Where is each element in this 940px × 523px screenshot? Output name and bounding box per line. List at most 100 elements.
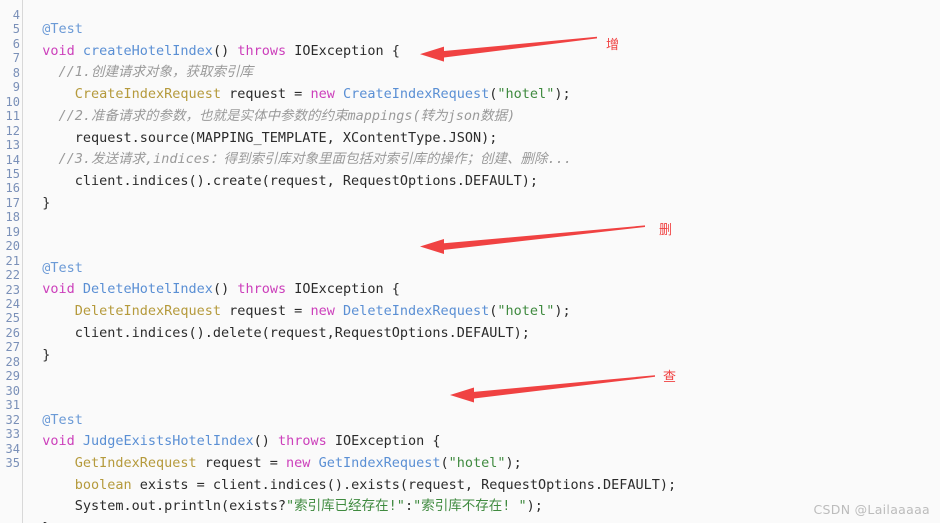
line-number: 14 <box>5 152 20 167</box>
line-number: 7 <box>12 51 20 66</box>
code-token: void <box>42 281 75 298</box>
line-number: 16 <box>5 181 20 196</box>
code-token: GetIndexRequest <box>318 455 441 471</box>
code-line[interactable]: DeleteIndexRequest request = new DeleteI… <box>75 304 571 319</box>
line-number: 15 <box>5 166 20 181</box>
code-token: ); <box>554 86 571 103</box>
code-token: throws <box>237 281 287 298</box>
line-number: 29 <box>5 369 20 384</box>
code-line[interactable]: CreateIndexRequest request = new CreateI… <box>75 87 571 102</box>
code-line[interactable]: void JudgeExistsHotelIndex() throws IOEx… <box>42 434 440 449</box>
code-token: @Test <box>42 259 83 276</box>
line-number: 25 <box>5 311 20 326</box>
code-line[interactable]: client.indices().create(request, Request… <box>74 172 538 189</box>
code-line[interactable]: } <box>42 346 51 363</box>
code-token: request.source(MAPPING_TEMPLATE, XConten… <box>74 129 498 146</box>
line-number: 9 <box>12 80 20 95</box>
code-token: JudgeExistsHotelIndex <box>82 433 254 450</box>
code-token: request = <box>196 455 287 471</box>
code-line[interactable]: //2.准备请求的参数，也就是实体中参数的约束mappings(转为json数据… <box>58 107 516 124</box>
code-token: : <box>404 498 414 515</box>
line-number: 30 <box>5 383 20 398</box>
line-number: 19 <box>5 224 20 239</box>
code-line[interactable]: void createHotelIndex() throws IOExcepti… <box>42 42 400 59</box>
code-token: request = <box>221 303 311 320</box>
code-token: request = <box>221 86 311 103</box>
annotation-label: 查 <box>663 370 677 385</box>
code-token: () <box>212 42 238 59</box>
code-token: "索引库不存在! " <box>413 498 527 515</box>
code-token: CreateIndexRequest <box>74 86 222 103</box>
code-line[interactable]: request.source(MAPPING_TEMPLATE, XConten… <box>74 129 498 146</box>
code-token: ( <box>440 455 449 471</box>
code-token: IOException { <box>286 281 400 298</box>
line-number: 35 <box>5 455 20 470</box>
code-token: IOException { <box>286 42 400 59</box>
code-line[interactable]: //3.发送请求,indices：得到索引库对象里面包括对索引库的操作；创建、删… <box>58 152 571 167</box>
code-line[interactable]: @Test <box>42 411 83 428</box>
code-token: } <box>42 346 51 363</box>
code-token: new <box>286 455 311 471</box>
code-line[interactable]: System.out.println(exists?"索引库已经存在!":"索引… <box>75 499 543 514</box>
code-line[interactable]: GetIndexRequest request = new GetIndexRe… <box>75 456 522 471</box>
line-number: 5 <box>12 22 20 37</box>
code-token: //3.发送请求,indices：得到索引库对象里面包括对索引库的操作；创建、删… <box>58 151 572 168</box>
watermark-text: CSDN @Lailaaaaa <box>813 502 930 517</box>
line-number: 26 <box>5 325 20 340</box>
line-number: 32 <box>5 412 20 427</box>
code-token: createHotelIndex <box>82 42 213 59</box>
code-line[interactable]: void DeleteHotelIndex() throws IOExcepti… <box>42 282 400 297</box>
code-token: System.out.println(exists? <box>74 498 287 515</box>
code-token: "索引库已经存在!" <box>286 498 405 515</box>
code-token: DeleteIndexRequest <box>342 303 490 320</box>
code-line[interactable]: //1.创建请求对象，获取索引库 <box>58 65 253 80</box>
code-token: DeleteHotelIndex <box>82 281 213 298</box>
code-token: ); <box>526 498 543 515</box>
line-number: 6 <box>12 36 20 51</box>
code-line[interactable]: } <box>42 194 51 211</box>
code-token: boolean <box>74 476 132 493</box>
line-number: 33 <box>5 427 20 442</box>
line-number-gutter: 4 5 6 7 8 9 10 11 12 13 14 15 16 17 18 19 20 21 22 23 24 25 26… <box>0 0 23 523</box>
line-number: 20 <box>5 239 20 254</box>
code-token: } <box>42 194 51 211</box>
line-number: 18 <box>5 210 20 225</box>
code-token: ); <box>554 303 571 320</box>
code-line[interactable]: client.indices().delete(request,RequestO… <box>75 325 530 341</box>
code-token: "hotel" <box>448 455 506 471</box>
code-token: () <box>212 281 238 298</box>
code-line[interactable]: @Test <box>42 22 83 37</box>
line-number: 34 <box>5 441 20 456</box>
line-number: 28 <box>5 354 20 369</box>
line-number: 27 <box>5 340 20 355</box>
code-token: void <box>42 433 75 450</box>
annotation-label: 删 <box>659 223 673 238</box>
code-token: //1.创建请求对象，获取索引库 <box>58 64 253 81</box>
code-editor-area[interactable]: @Test void createHotelIndex() throws IOEx… <box>24 0 940 523</box>
annotation-label: 增 <box>606 38 620 53</box>
code-token: //2.准备请求的参数，也就是实体中参数的约束mappings(转为json数据… <box>58 107 516 124</box>
code-token: client.indices().create(request, Request… <box>74 172 538 189</box>
line-number: 23 <box>5 282 20 297</box>
line-number: 31 <box>5 398 20 413</box>
code-token: "hotel" <box>497 303 555 320</box>
code-line[interactable]: @Test <box>42 259 83 276</box>
line-number: 22 <box>5 268 20 283</box>
line-number: 11 <box>5 109 20 124</box>
line-number: 4 <box>12 8 20 22</box>
code-token: throws <box>237 42 287 59</box>
line-number: 10 <box>5 94 20 109</box>
code-token: GetIndexRequest <box>74 455 197 471</box>
code-token: @Test <box>42 411 83 428</box>
code-token: IOException { <box>326 433 441 450</box>
line-number: 24 <box>5 297 20 311</box>
line-number: 17 <box>5 195 20 210</box>
code-token: ); <box>505 455 522 471</box>
code-line[interactable]: boolean exists = client.indices().exists… <box>74 476 676 493</box>
line-number: 12 <box>5 123 20 138</box>
